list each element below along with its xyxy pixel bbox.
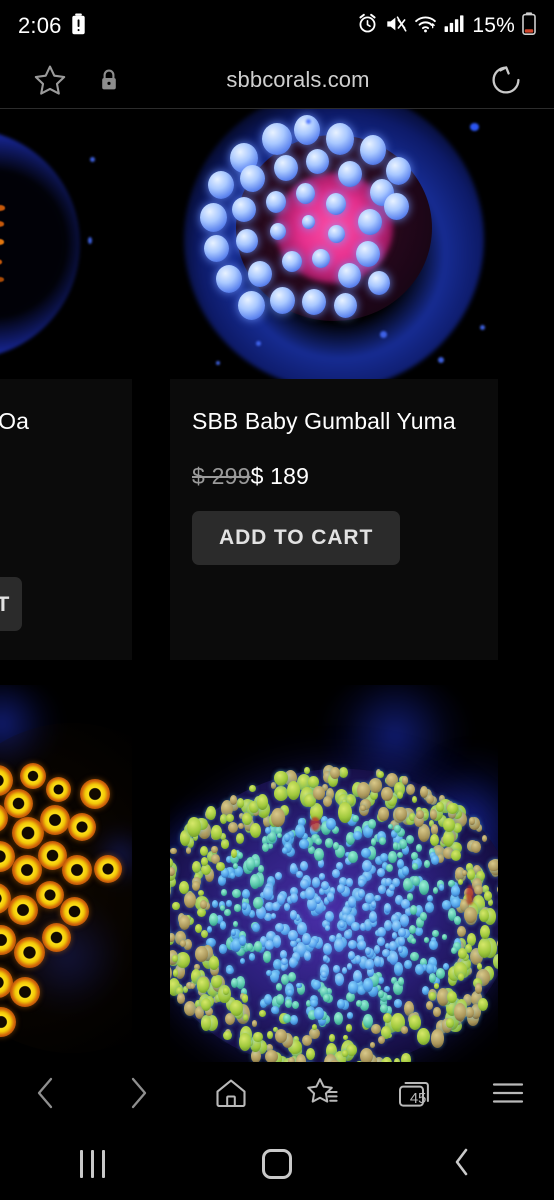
product-title[interactable]: SBB Baby Gumball Yuma [192, 399, 476, 443]
system-recents-button[interactable] [0, 1128, 185, 1200]
nav-back-button[interactable] [0, 1062, 92, 1128]
bookmark-star-icon[interactable] [24, 64, 76, 97]
product-image-zoa-colony[interactable] [0, 685, 132, 1062]
product-info-left-partial: ZOa [0, 379, 132, 467]
product-card-right-bottom[interactable] [170, 685, 498, 1062]
product-card-baby-gumball-yuma[interactable]: SBB Baby Gumball Yuma $ 299$ 189 ADD TO … [170, 109, 498, 660]
status-bar-left: 2:06 [18, 13, 86, 40]
add-to-cart-label-left-partial: ADD TO CART [0, 593, 11, 616]
product-image-orange-zoa[interactable] [0, 109, 132, 379]
tab-count-label: 45 [409, 1090, 427, 1107]
battery-percent-label: 15% [472, 14, 515, 37]
product-image-rhodactis[interactable] [170, 685, 498, 1062]
product-price: $ 299$ 189 [192, 463, 476, 490]
mute-vibrate-icon [385, 14, 407, 39]
system-home-button[interactable] [185, 1128, 370, 1200]
bookmarks-star-icon [305, 1076, 341, 1115]
product-title[interactable]: ZOa [0, 399, 110, 443]
home-icon [214, 1077, 248, 1114]
battery-alert-icon [71, 13, 86, 40]
android-system-nav [0, 1128, 554, 1200]
product-card-left-partial-bottom[interactable] [0, 685, 132, 1062]
home-square-icon [262, 1149, 292, 1179]
forward-chevron-icon [125, 1076, 151, 1115]
status-bar-right: 15% [357, 12, 536, 40]
phone-screen: 2:06 15% sbbcorals.com Oa T SBB Baby Gum… [0, 0, 554, 1200]
tabs-stack-icon: 45 [395, 1077, 435, 1113]
add-to-cart-button[interactable]: ADD TO CART [192, 511, 401, 565]
recents-icon [79, 1150, 105, 1178]
browser-toolbar: sbbcorals.com [0, 52, 554, 108]
lock-icon[interactable] [92, 68, 126, 92]
back-chevron-icon [450, 1146, 474, 1183]
browser-bottom-nav: 45 [0, 1062, 554, 1128]
clock-time: 2:06 [18, 13, 62, 38]
alarm-icon [357, 13, 378, 39]
nav-bookmarks-button[interactable] [277, 1062, 369, 1128]
back-chevron-icon [33, 1076, 59, 1115]
product-image-yuma[interactable] [170, 109, 498, 379]
wifi-icon [414, 14, 437, 39]
price-original: $ 299 [192, 463, 251, 489]
product-info-baby-gumball-yuma: SBB Baby Gumball Yuma $ 299$ 189 ADD TO … [170, 379, 498, 589]
cellular-signal-icon [444, 14, 465, 38]
reload-icon[interactable] [480, 63, 532, 97]
url-text[interactable]: sbbcorals.com [126, 67, 480, 93]
system-back-button[interactable] [369, 1128, 554, 1200]
nav-forward-button[interactable] [92, 1062, 184, 1128]
battery-icon [522, 12, 536, 40]
price-sale: $ 189 [250, 463, 310, 489]
product-grid[interactable]: ZOa ADD TO CART [0, 109, 554, 1062]
hamburger-menu-icon [491, 1080, 525, 1111]
product-card-left-partial[interactable]: ZOa [0, 109, 132, 660]
nav-tabs-button[interactable]: 45 [369, 1062, 461, 1128]
nav-menu-button[interactable] [462, 1062, 554, 1128]
status-bar: 2:06 15% [0, 0, 554, 52]
nav-home-button[interactable] [185, 1062, 277, 1128]
